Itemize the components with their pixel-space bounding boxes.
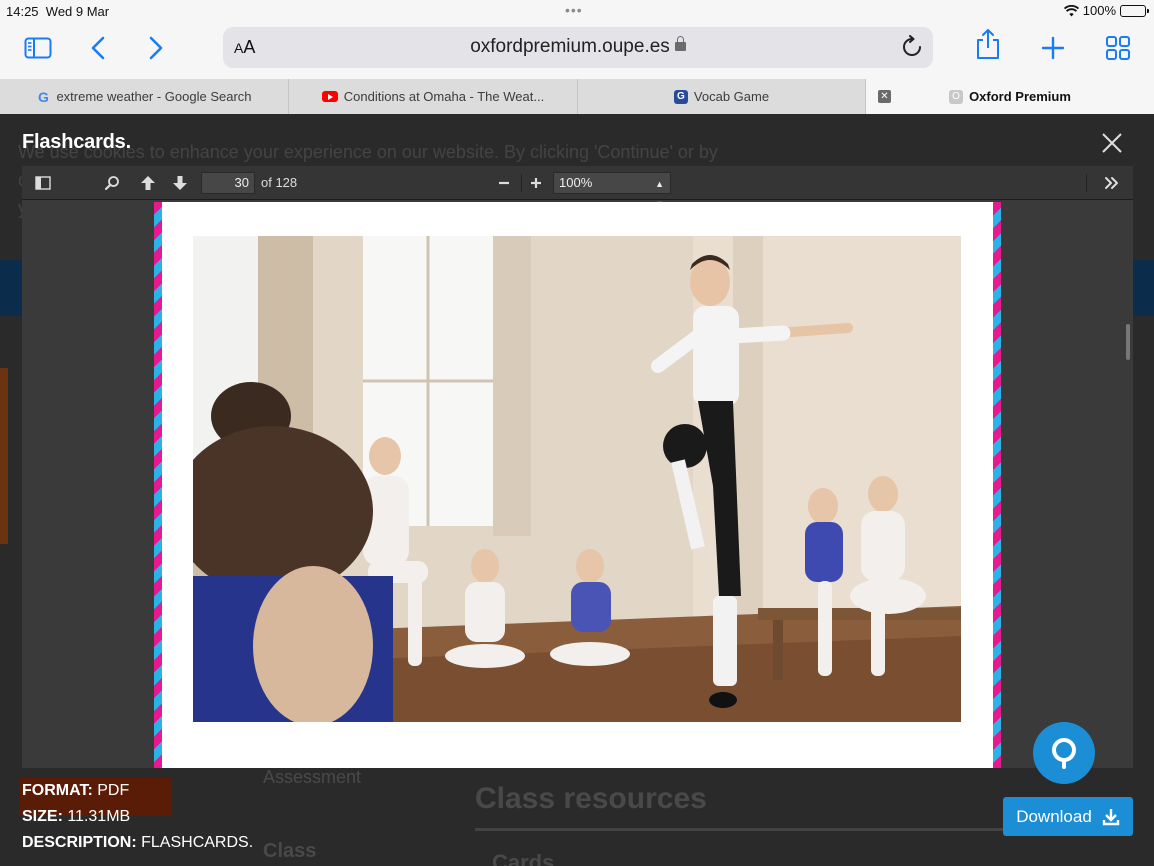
next-page-icon[interactable] [169, 172, 191, 194]
sidebar-toggle-icon[interactable] [20, 32, 56, 64]
previous-page-icon[interactable] [137, 172, 159, 194]
pdf-scrollbar[interactable] [1126, 324, 1130, 360]
pdf-viewer: 30 of 128 100% ▲▼ [22, 166, 1133, 768]
bg-menu-assessment: Assessment [263, 767, 362, 787]
zoom-out-icon[interactable] [493, 172, 515, 194]
tab-vocab-game[interactable]: G Vocab Game [578, 79, 866, 114]
bg-class-label: Class [263, 840, 317, 862]
tab-oxford-premium[interactable]: ✕ O Oxford Premium [866, 79, 1154, 114]
chat-support-button[interactable] [1033, 722, 1095, 784]
pdf-page [154, 202, 1001, 768]
close-tab-icon[interactable]: ✕ [878, 90, 891, 103]
tab-google-search[interactable]: G extreme weather - Google Search [0, 79, 289, 114]
multitasking-dots-icon[interactable]: ••• [565, 2, 583, 18]
download-icon [1102, 808, 1119, 825]
back-icon[interactable] [80, 32, 116, 64]
status-right: 100% [1063, 3, 1149, 18]
bg-class-resources: Class resources [475, 782, 707, 815]
browser-toolbar: AAAA oxfordpremium.oupe.es [0, 22, 1154, 79]
forward-icon[interactable] [138, 32, 174, 64]
site-accent-band [0, 368, 8, 544]
new-tab-icon[interactable] [1035, 32, 1071, 64]
address-bar[interactable]: AAAA oxfordpremium.oupe.es [223, 27, 933, 68]
battery-percent: 100% [1082, 3, 1116, 18]
chat-icon [1052, 738, 1076, 769]
page-count: of 128 [261, 175, 298, 190]
lock-icon [674, 36, 686, 51]
url-text: oxfordpremium.oupe.es [223, 36, 933, 58]
page-number-input[interactable]: 30 [201, 172, 255, 194]
youtube-icon [321, 91, 338, 102]
flashcard-photo [193, 236, 961, 722]
tab-conditions-omaha[interactable]: Conditions at Omaha - The Weat... [289, 79, 578, 114]
file-format: FORMAT: PDF [22, 782, 130, 799]
bg-cards-label: Cards [492, 850, 555, 866]
google-icon: G [37, 88, 49, 105]
share-icon[interactable] [970, 28, 1006, 60]
battery-icon [1120, 4, 1149, 17]
file-description: DESCRIPTION: FLASHCARDS. [22, 834, 254, 851]
pdf-toolbar: 30 of 128 100% ▲▼ [22, 166, 1133, 209]
status-bar: 14:25 Wed 9 Mar ••• 100% [0, 0, 1154, 22]
download-button[interactable]: Download [1003, 797, 1133, 836]
pdf-sidebar-toggle-icon[interactable] [32, 172, 54, 194]
tab-overview-icon[interactable] [1100, 32, 1136, 64]
zoom-select[interactable]: 100% ▲▼ [553, 172, 671, 209]
tools-chevron-icon[interactable] [1100, 172, 1124, 194]
close-icon[interactable] [1098, 129, 1126, 157]
modal-title: Flashcards. [22, 131, 131, 153]
flashcard [162, 202, 993, 768]
zoom-in-icon[interactable] [525, 172, 547, 194]
vocab-game-icon: G [673, 89, 688, 104]
status-time: 14:25 Wed 9 Mar [6, 4, 110, 19]
file-size: SIZE: 11.31MB [22, 808, 131, 825]
tab-bar: G extreme weather - Google Search Condit… [0, 79, 1154, 114]
wifi-icon [1063, 4, 1079, 16]
oxford-icon: O [949, 89, 964, 104]
pdf-search-icon[interactable] [101, 172, 123, 194]
reload-icon[interactable] [901, 35, 923, 64]
